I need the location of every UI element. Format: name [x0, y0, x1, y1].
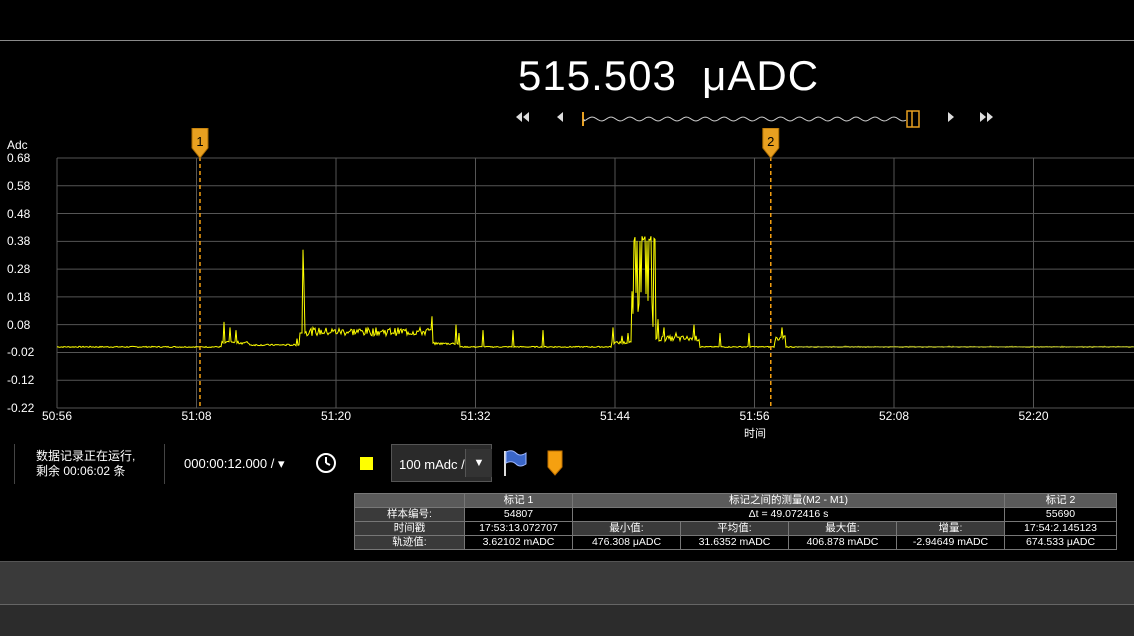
marker2-header: 标记 2	[1004, 493, 1117, 508]
top-divider	[0, 40, 1134, 41]
min-label: 最小值:	[572, 521, 681, 536]
step-back-button[interactable]	[551, 110, 569, 128]
current-reading: 515.503 μADC	[518, 52, 819, 100]
double-right-arrow-icon	[980, 112, 993, 122]
x-axis-label: 时间	[744, 428, 766, 440]
m1-sample: 54807	[464, 507, 573, 522]
max-label: 最大值:	[788, 521, 897, 536]
reading-unit: μADC	[702, 52, 820, 99]
timeline-scrubber[interactable]	[578, 108, 926, 130]
jump-last-button[interactable]	[978, 110, 996, 128]
min-value: 476.308 μADC	[572, 535, 681, 550]
m2-sample: 55690	[1004, 507, 1117, 522]
row-label: 样本编号:	[354, 507, 465, 522]
reading-value: 515.503	[518, 52, 677, 99]
table-header-cell	[354, 493, 465, 508]
status-line-2: 剩余 00:06:02 条	[36, 464, 126, 478]
measurement-table: 标记 1 标记之间的测量(M2 - M1) 标记 2 样本编号: 54807 Δ…	[354, 493, 1117, 550]
flag-icon[interactable]	[502, 449, 528, 477]
m1-trace-value: 3.62102 mADC	[464, 535, 573, 550]
clock-icon[interactable]	[315, 452, 337, 474]
vertical-scale-select[interactable]: 100 mAdc / ▼	[391, 444, 492, 482]
timebase-select[interactable]: 000:00:12.000 / ▾	[184, 456, 285, 472]
m2-timestamp: 17:54:2.145123	[1004, 521, 1117, 536]
table-row: 轨迹值: 3.62102 mADC 476.308 μADC 31.6352 m…	[354, 535, 1117, 550]
plot-area	[57, 158, 1134, 408]
scale-dropdown-button[interactable]: ▼	[465, 449, 492, 477]
status-line-1: 数据记录正在运行,	[36, 449, 136, 463]
between-markers-header: 标记之间的测量(M2 - M1)	[572, 493, 1005, 508]
status-bar	[0, 604, 1134, 636]
recording-status: 数据记录正在运行, 剩余 00:06:02 条	[36, 449, 135, 479]
m1-timestamp: 17:53:13.072707	[464, 521, 573, 536]
avg-label: 平均值:	[680, 521, 789, 536]
scrubber-track	[583, 116, 907, 122]
step-forward-button[interactable]	[942, 110, 960, 128]
row-label: 时间戳	[354, 521, 465, 536]
bottom-panel	[0, 561, 1134, 604]
delta-time: Δt = 49.072416 s	[572, 507, 1005, 522]
table-row: 样本编号: 54807 Δt = 49.072416 s 55690	[354, 507, 1117, 522]
increment-label: 增量:	[896, 521, 1005, 536]
add-marker-icon[interactable]	[545, 449, 565, 477]
row-label: 轨迹值:	[354, 535, 465, 550]
table-header-row: 标记 1 标记之间的测量(M2 - M1) 标记 2	[354, 493, 1117, 508]
double-left-arrow-icon	[516, 112, 529, 122]
left-arrow-icon	[557, 112, 563, 122]
trace-color-swatch[interactable]	[360, 457, 373, 470]
marker1-header: 标记 1	[464, 493, 573, 508]
scale-value: 100 mAdc /	[399, 457, 465, 472]
marker-label: 1	[196, 134, 203, 149]
max-value: 406.878 mADC	[788, 535, 897, 550]
scrubber-window-handle[interactable]	[906, 110, 920, 128]
increment-value: -2.94649 mADC	[896, 535, 1005, 550]
right-arrow-icon	[948, 112, 954, 122]
jump-first-button[interactable]	[513, 110, 531, 128]
waveform-chart[interactable]: 12	[0, 128, 1134, 413]
table-row: 时间戳 17:53:13.072707 最小值: 平均值: 最大值: 增量: 1…	[354, 521, 1117, 536]
marker-label: 2	[767, 134, 774, 149]
avg-value: 31.6352 mADC	[680, 535, 789, 550]
m2-trace-value: 674.533 μADC	[1004, 535, 1117, 550]
